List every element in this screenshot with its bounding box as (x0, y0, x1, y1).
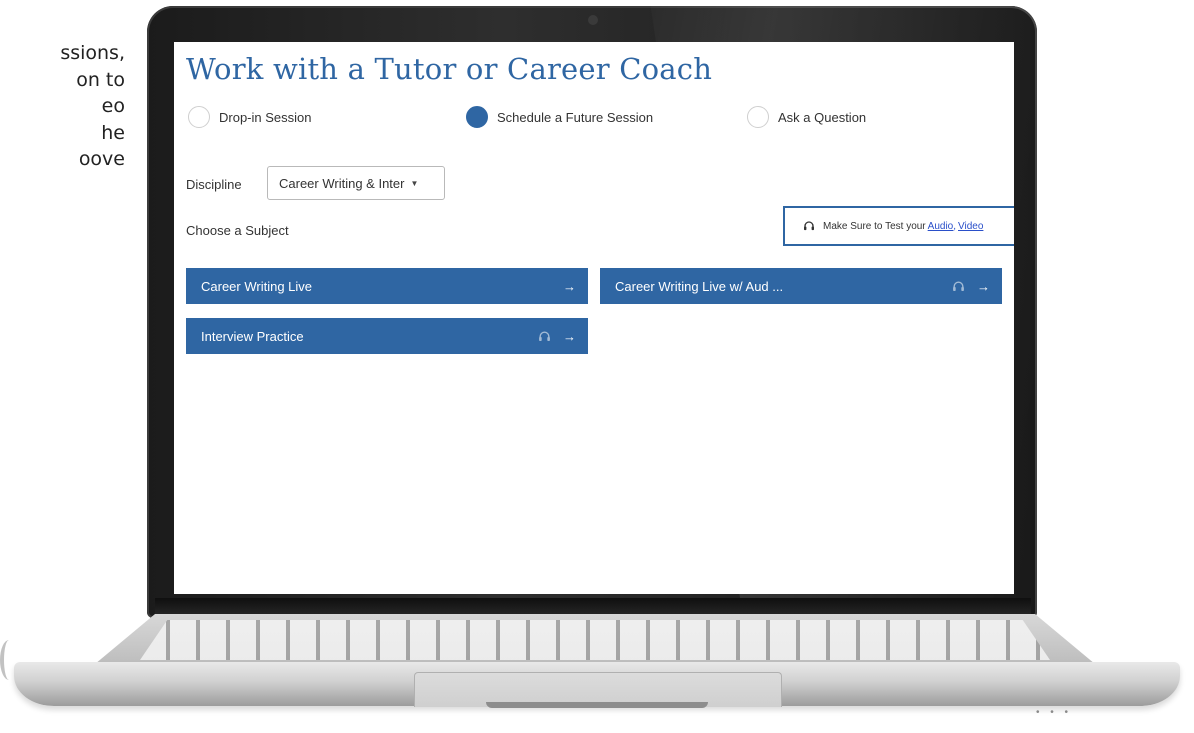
subject-button-career-writing-live-audio[interactable]: Career Writing Live w/ Aud ... → (600, 268, 1002, 304)
radio-circle-icon[interactable] (466, 106, 488, 128)
radio-ask-a-question[interactable]: Ask a Question (747, 105, 866, 129)
discipline-label: Discipline (186, 177, 242, 192)
laptop-screen: Work with a Tutor or Career Coach Drop-i… (174, 42, 1014, 594)
page-title: Work with a Tutor or Career Coach (186, 52, 713, 86)
subject-button-interview-practice[interactable]: Interview Practice → (186, 318, 588, 354)
subject-button-career-writing-live[interactable]: Career Writing Live → (186, 268, 588, 304)
audio-test-link[interactable]: Audio, (928, 221, 956, 232)
headset-icon (538, 330, 551, 343)
test-audio-video-notice: Make Sure to Test your Audio, Video (783, 206, 1014, 246)
headset-icon (952, 280, 965, 293)
side-line: oove (78, 148, 125, 170)
radio-drop-in-session[interactable]: Drop-in Session (188, 105, 312, 129)
arrow-right-icon: → (977, 278, 990, 294)
radio-circle-icon[interactable] (188, 106, 210, 128)
side-line: eo (101, 95, 125, 117)
subject-button-label: Career Writing Live (201, 278, 313, 294)
discipline-select[interactable]: Career Writing & Inter ▼ (267, 166, 445, 200)
keyboard-keys (140, 620, 1050, 660)
webcam-icon (588, 15, 598, 25)
discipline-selected-value: Career Writing & Inter (279, 175, 405, 191)
status-dots-icon: • • • (1036, 707, 1073, 718)
session-type-radio-group: Drop-in Session Schedule a Future Sessio… (174, 105, 1014, 129)
radio-label: Ask a Question (778, 109, 867, 125)
video-test-link[interactable]: Video (958, 221, 983, 232)
radio-circle-icon[interactable] (747, 106, 769, 128)
radio-schedule-future-session[interactable]: Schedule a Future Session (466, 105, 653, 129)
caret-down-icon[interactable]: ▼ (410, 179, 418, 188)
side-line: he (101, 121, 125, 144)
side-line: ssions, (60, 42, 125, 64)
side-line: on to (76, 68, 125, 91)
arrow-right-icon: → (563, 278, 576, 294)
subject-button-label: Career Writing Live w/ Aud ... (615, 278, 784, 294)
arrow-right-icon: → (563, 328, 576, 344)
side-paragraph: ssions, on to eo he oove (0, 40, 125, 173)
subject-button-label: Interview Practice (201, 328, 304, 344)
radio-label: Drop-in Session (219, 109, 312, 125)
headset-icon (803, 220, 815, 232)
lid-notch (486, 702, 708, 708)
choose-subject-label: Choose a Subject (186, 223, 289, 238)
test-notice-text: Make Sure to Test your (823, 220, 926, 232)
radio-label: Schedule a Future Session (497, 109, 654, 125)
